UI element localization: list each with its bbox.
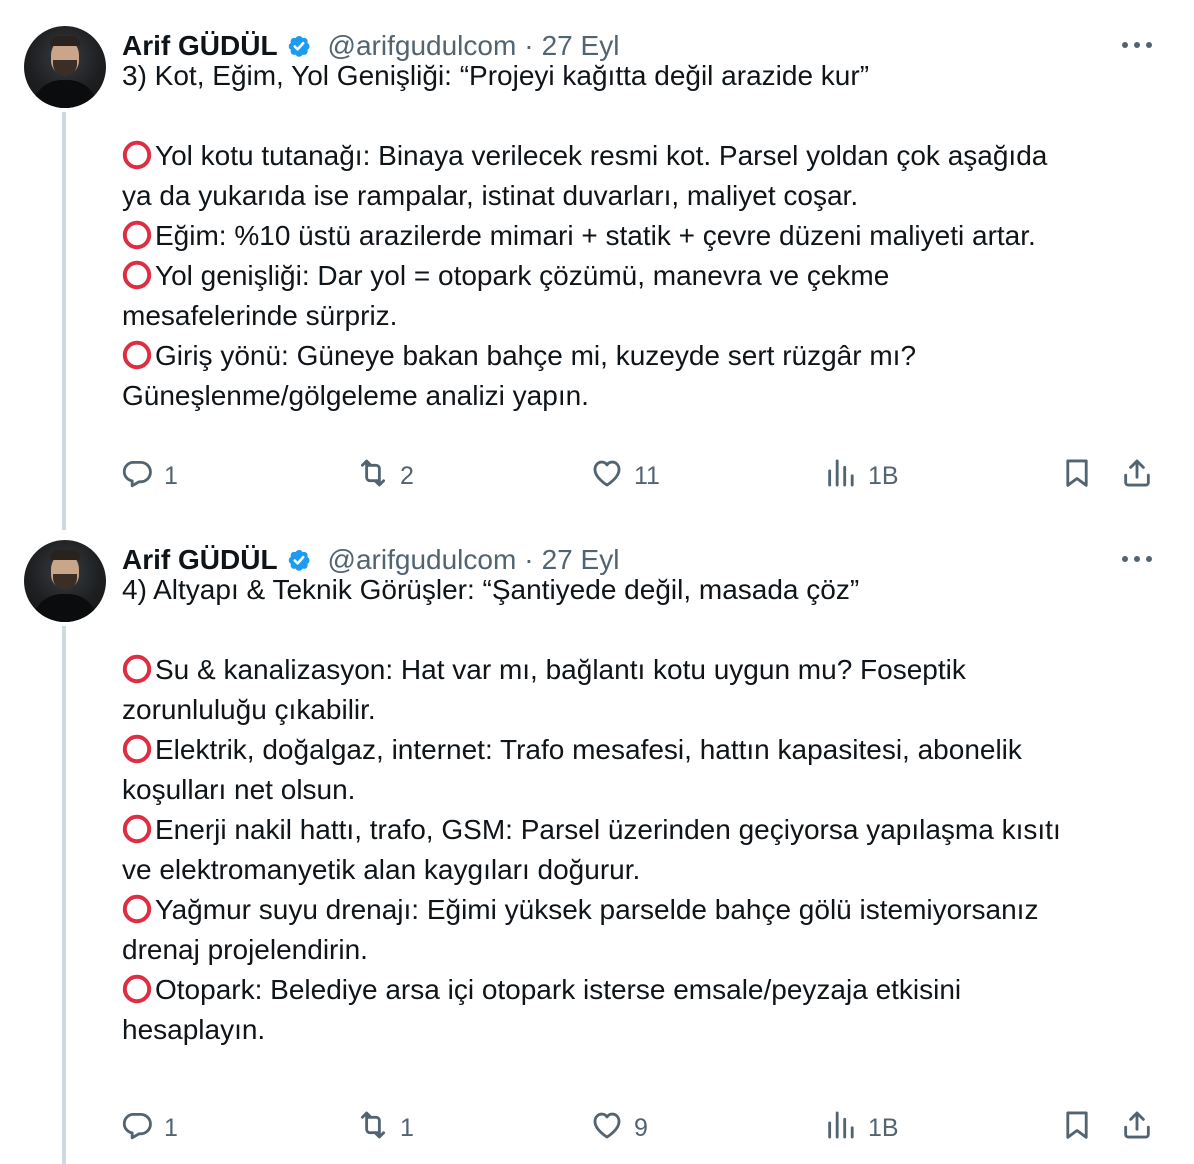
- tweet-text: 3) Kot, Eğim, Yol Genişliği: “Projeyi ka…: [122, 56, 1162, 416]
- tweet-text-line: hesaplayın.: [122, 1010, 1162, 1050]
- more-dots-icon[interactable]: [1120, 38, 1154, 52]
- tweet-text: 4) Altyapı & Teknik Görüşler: “Şantiyede…: [122, 570, 1162, 1050]
- red-circle-icon: [122, 894, 152, 924]
- tweet-text-line: [122, 610, 1162, 650]
- tweet-text-line: Eğim: %10 üstü arazilerde mimari + stati…: [122, 216, 1162, 256]
- tweet-text-line: mesafelerinde sürpriz.: [122, 296, 1162, 336]
- red-circle-icon: [122, 734, 152, 764]
- red-circle-icon: [122, 260, 152, 290]
- reply-button[interactable]: 1: [120, 1108, 178, 1148]
- thread-connector-line: [62, 626, 66, 1164]
- tweet-text-line: ve elektromanyetik alan kaygıları doğuru…: [122, 850, 1162, 890]
- red-circle-icon: [122, 974, 152, 1004]
- tweet-text-line: drenaj projelendirin.: [122, 930, 1162, 970]
- tweet-text-content: koşulları net olsun.: [122, 774, 356, 805]
- heart-icon: [590, 456, 624, 497]
- share-icon: [1120, 1108, 1154, 1149]
- views-icon: [824, 456, 858, 497]
- tweet-actions: 1 1 9 1B: [0, 1108, 1194, 1148]
- bookmark-icon: [1060, 456, 1094, 497]
- views-count: 1B: [868, 1113, 899, 1142]
- views-icon: [824, 1108, 858, 1149]
- like-button[interactable]: 9: [590, 1108, 648, 1148]
- tweet-text-content: Elektrik, doğalgaz, internet: Trafo mesa…: [155, 734, 1022, 765]
- tweet-text-line: Enerji nakil hattı, trafo, GSM: Parsel ü…: [122, 810, 1162, 850]
- tweet-text-content: Enerji nakil hattı, trafo, GSM: Parsel ü…: [155, 814, 1061, 845]
- red-circle-icon: [122, 814, 152, 844]
- tweet-text-content: ve elektromanyetik alan kaygıları doğuru…: [122, 854, 641, 885]
- tweet-text-content: Giriş yönü: Güneye bakan bahçe mi, kuzey…: [155, 340, 917, 371]
- bookmark-button[interactable]: [1060, 1108, 1094, 1148]
- tweet-text-content: Yağmur suyu drenajı: Eğimi yüksek parsel…: [155, 894, 1039, 925]
- tweet-text-content: mesafelerinde sürpriz.: [122, 300, 398, 331]
- tweet-text-content: Otopark: Belediye arsa içi otopark ister…: [155, 974, 962, 1005]
- tweet-text-content: Yol kotu tutanağı: Binaya verilecek resm…: [155, 140, 1048, 171]
- tweet-text-content: ya da yukarıda ise rampalar, istinat duv…: [122, 180, 859, 211]
- tweet-text-content: 3) Kot, Eğim, Yol Genişliği: “Projeyi ka…: [122, 60, 870, 91]
- views-button[interactable]: 1B: [824, 456, 899, 496]
- bookmark-button[interactable]: [1060, 456, 1094, 496]
- reply-icon: [120, 1108, 154, 1149]
- heart-icon: [590, 1108, 624, 1149]
- tweet-text-content: Eğim: %10 üstü arazilerde mimari + stati…: [155, 220, 1036, 251]
- reply-count: 1: [164, 461, 178, 490]
- repost-count: 2: [400, 461, 414, 490]
- tweet-text-line: Yol kotu tutanağı: Binaya verilecek resm…: [122, 136, 1162, 176]
- repost-icon: [356, 1108, 390, 1149]
- tweet-text-line: koşulları net olsun.: [122, 770, 1162, 810]
- reply-icon: [120, 456, 154, 497]
- tweet-text-line: Su & kanalizasyon: Hat var mı, bağlantı …: [122, 650, 1162, 690]
- tweet-text-content: zorunluluğu çıkabilir.: [122, 694, 376, 725]
- tweet-text-line: Yol genişliği: Dar yol = otopark çözümü,…: [122, 256, 1162, 296]
- tweet-actions: 1 2 11 1B: [0, 456, 1194, 496]
- repost-count: 1: [400, 1113, 414, 1142]
- like-button[interactable]: 11: [590, 456, 660, 496]
- tweet-text-line: [122, 96, 1162, 136]
- tweet-text-content: drenaj projelendirin.: [122, 934, 368, 965]
- red-circle-icon: [122, 220, 152, 250]
- share-button[interactable]: [1120, 456, 1154, 496]
- tweet-text-line: Otopark: Belediye arsa içi otopark ister…: [122, 970, 1162, 1010]
- more-dots-icon[interactable]: [1120, 552, 1154, 566]
- tweet-text-content: hesaplayın.: [122, 1014, 266, 1045]
- repost-button[interactable]: 1: [356, 1108, 414, 1148]
- share-button[interactable]: [1120, 1108, 1154, 1148]
- tweet-text-line: Giriş yönü: Güneye bakan bahçe mi, kuzey…: [122, 336, 1162, 376]
- repost-icon: [356, 456, 390, 497]
- views-button[interactable]: 1B: [824, 1108, 899, 1148]
- tweet-text-line: Yağmur suyu drenajı: Eğimi yüksek parsel…: [122, 890, 1162, 930]
- avatar[interactable]: [24, 26, 106, 108]
- tweet-text-content: Su & kanalizasyon: Hat var mı, bağlantı …: [155, 654, 966, 685]
- tweet-text-line: ya da yukarıda ise rampalar, istinat duv…: [122, 176, 1162, 216]
- red-circle-icon: [122, 140, 152, 170]
- bookmark-icon: [1060, 1108, 1094, 1149]
- avatar[interactable]: [24, 540, 106, 622]
- tweet-text-line: Güneşlenme/gölgeleme analizi yapın.: [122, 376, 1162, 416]
- reply-button[interactable]: 1: [120, 456, 178, 496]
- tweet-text-line: zorunluluğu çıkabilir.: [122, 690, 1162, 730]
- tweet-text-content: Güneşlenme/gölgeleme analizi yapın.: [122, 380, 589, 411]
- reply-count: 1: [164, 1113, 178, 1142]
- views-count: 1B: [868, 461, 899, 490]
- tweet-text-line: 3) Kot, Eğim, Yol Genişliği: “Projeyi ka…: [122, 56, 1162, 96]
- red-circle-icon: [122, 654, 152, 684]
- tweet-text-line: Elektrik, doğalgaz, internet: Trafo mesa…: [122, 730, 1162, 770]
- red-circle-icon: [122, 340, 152, 370]
- tweet-text-line: 4) Altyapı & Teknik Görüşler: “Şantiyede…: [122, 570, 1162, 610]
- tweet-text-content: 4) Altyapı & Teknik Görüşler: “Şantiyede…: [122, 574, 860, 605]
- like-count: 9: [634, 1113, 648, 1142]
- repost-button[interactable]: 2: [356, 456, 414, 496]
- share-icon: [1120, 456, 1154, 497]
- tweet-text-content: Yol genişliği: Dar yol = otopark çözümü,…: [155, 260, 890, 291]
- like-count: 11: [634, 461, 660, 490]
